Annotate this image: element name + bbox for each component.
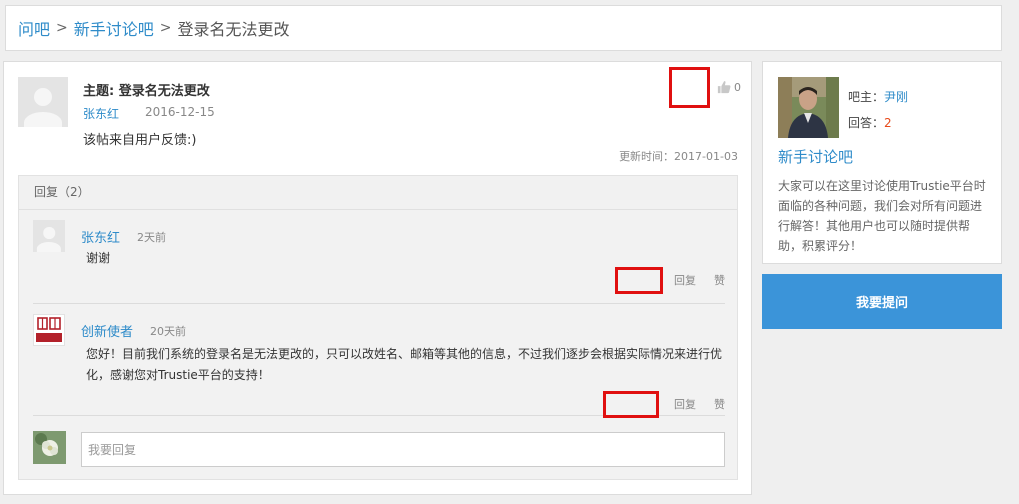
breadcrumb-link-wenba[interactable]: 问吧 [18,16,50,40]
bar-answers-row: 回答：2 [848,114,892,131]
reply-time: 2天前 [137,231,166,244]
current-user-avatar [33,431,66,464]
breadcrumb-current: 登录名无法更改 [177,20,290,39]
breadcrumb-link-newbie-bar[interactable]: 新手讨论吧 [74,16,154,40]
topic-title: 主题: 登录名无法更改 [83,84,210,99]
reply-avatar[interactable] [33,220,65,252]
answers-count: 2 [884,116,892,130]
topic-panel: 主题: 登录名无法更改 张东红 2016-12-15 该帖来自用户反馈:) 0 … [3,61,752,495]
reply-item: 创新使者 20天前 您好！目前我们系统的登录名是无法更改的，只可以改姓名、邮箱等… [33,314,725,418]
reply-author-link[interactable]: 创新使者 [81,321,133,340]
replies-header: 回复（2） [19,176,737,210]
topic-date: 2016-12-15 [145,105,215,119]
reply-button[interactable]: 回复 [674,396,696,412]
reply-input[interactable] [81,432,725,467]
ask-question-button[interactable]: 我要提问 [762,274,1002,329]
like-count: 0 [734,80,741,94]
bar-info-card: 吧主：尹刚 回答：2 新手讨论吧 大家可以在这里讨论使用Trustie平台时面临… [762,61,1002,264]
reply-content: 您好！目前我们系统的登录名是无法更改的，只可以改姓名、邮箱等其他的信息，不过我们… [86,347,723,382]
bar-description: 大家可以在这里讨论使用Trustie平台时面临的各种问题，我们会对所有问题进行解… [778,179,986,253]
replies-section: 回复（2） 张东红 2天前 谢谢 回复 赞 创新使者 20天前 您好！目前我们系… [18,175,738,480]
reply-item: 张东红 2天前 谢谢 回复 赞 [33,220,725,304]
bar-name-link[interactable]: 新手讨论吧 [778,146,853,167]
reply-content: 谢谢 [86,251,111,265]
flower-photo-icon [33,431,66,464]
like-button[interactable]: 赞 [714,396,725,412]
breadcrumb-separator: > [159,20,172,36]
highlight-box [615,267,663,294]
update-time: 更新时间：2017-01-03 [619,150,738,163]
breadcrumb-separator: > [56,20,68,36]
topic-like-button[interactable]: 0 [717,80,741,94]
reply-actions: 回复 赞 [674,396,725,412]
topic-body: 该帖来自用户反馈:) [83,133,197,148]
thumbs-up-icon [717,81,731,94]
highlight-box [603,391,659,418]
topic-author-avatar[interactable] [18,77,68,127]
answers-label: 回答： [848,116,885,130]
reply-time: 20天前 [150,325,186,338]
trustie-logo-avatar[interactable] [33,314,65,346]
breadcrumb: 问吧 > 新手讨论吧 > 登录名无法更改 [5,5,1002,51]
trustie-logo-icon [36,317,62,342]
topic-author-link[interactable]: 张东红 [83,105,119,122]
bar-owner-row: 吧主：尹刚 [848,88,908,105]
reply-author-link[interactable]: 张东红 [81,227,120,246]
bar-owner-photo[interactable] [778,77,839,138]
highlight-box [669,67,710,108]
bar-owner-label: 吧主： [848,90,885,104]
bar-owner-link[interactable]: 尹刚 [884,90,908,104]
reply-actions: 回复 赞 [674,272,725,288]
like-button[interactable]: 赞 [714,272,725,288]
reply-button[interactable]: 回复 [674,272,696,288]
person-photo-icon [778,77,839,138]
